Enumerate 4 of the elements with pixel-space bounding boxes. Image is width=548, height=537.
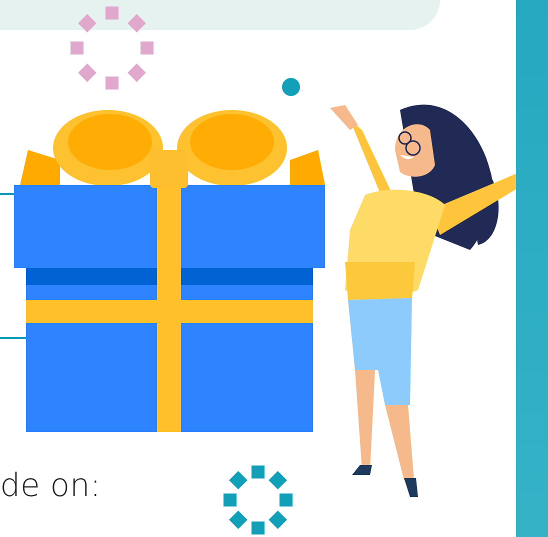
dotted-ring-drawing [224, 466, 292, 534]
dot-icon [282, 78, 300, 96]
caption-text: de on: [0, 466, 101, 504]
line-decoration [0, 337, 26, 339]
